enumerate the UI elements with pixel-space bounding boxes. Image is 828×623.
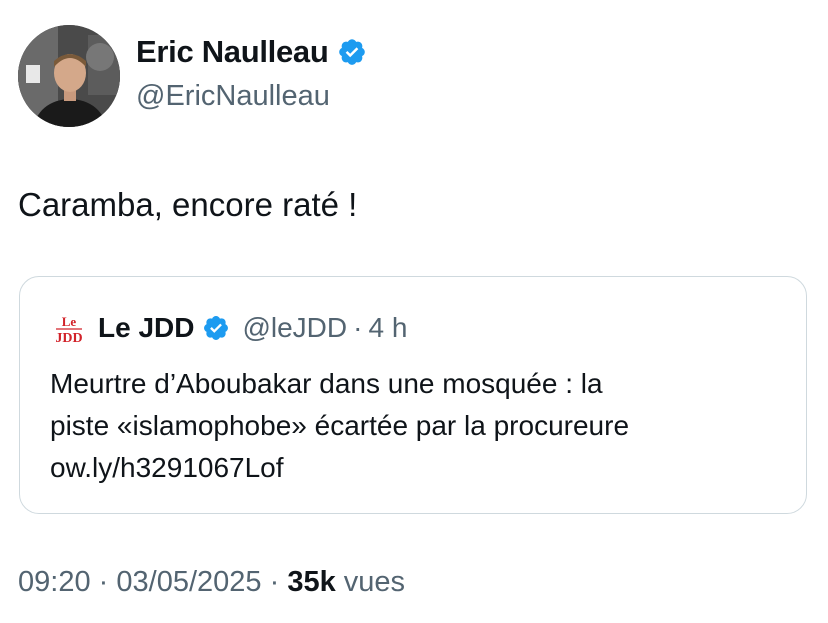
verified-badge-icon[interactable] <box>337 37 367 67</box>
author-avatar[interactable] <box>18 25 120 127</box>
tweet-time[interactable]: 09:20 <box>18 566 91 598</box>
quoted-timestamp[interactable]: 4 h <box>368 312 407 344</box>
quoted-text-link[interactable]: ow.ly/h3291067Lof <box>50 447 790 489</box>
quoted-author-handle[interactable]: @leJDD <box>242 312 347 344</box>
quoted-verified-badge-icon[interactable] <box>202 314 230 342</box>
author-name[interactable]: Eric Naulleau <box>136 34 367 70</box>
quoted-tweet-text: Meurtre d’Aboubakar dans une mosquée : l… <box>50 363 790 489</box>
svg-text:JDD: JDD <box>55 331 82 346</box>
quoted-separator: · <box>353 312 363 343</box>
quoted-author-name[interactable]: Le JDD <box>98 312 194 344</box>
views-count[interactable]: 35k <box>287 566 335 598</box>
tweet-text: Caramba, encore raté ! <box>18 186 358 223</box>
meta-separator: · <box>269 566 280 598</box>
svg-text:Le: Le <box>62 314 77 329</box>
tweet-date[interactable]: 03/05/2025 <box>116 566 261 598</box>
quoted-tweet-header: Le JDD Le JDD @leJDD · 4 h <box>50 309 407 347</box>
quoted-text-line: Meurtre d’Aboubakar dans une mosquée : l… <box>50 368 603 399</box>
meta-separator: · <box>98 566 109 598</box>
views-label[interactable]: vues <box>344 566 405 598</box>
author-name-text[interactable]: Eric Naulleau <box>136 34 329 70</box>
jdd-logo-icon[interactable]: Le JDD <box>50 309 88 347</box>
quoted-text-line: piste «islamophobe» écartée par la procu… <box>50 410 630 441</box>
author-handle[interactable]: @EricNaulleau <box>136 80 330 113</box>
quoted-tweet-card[interactable]: Le JDD Le JDD @leJDD · 4 h Meurtre d’Abo… <box>19 276 807 514</box>
tweet-meta: 09:20 · 03/05/2025 · 35k vues <box>18 566 405 599</box>
